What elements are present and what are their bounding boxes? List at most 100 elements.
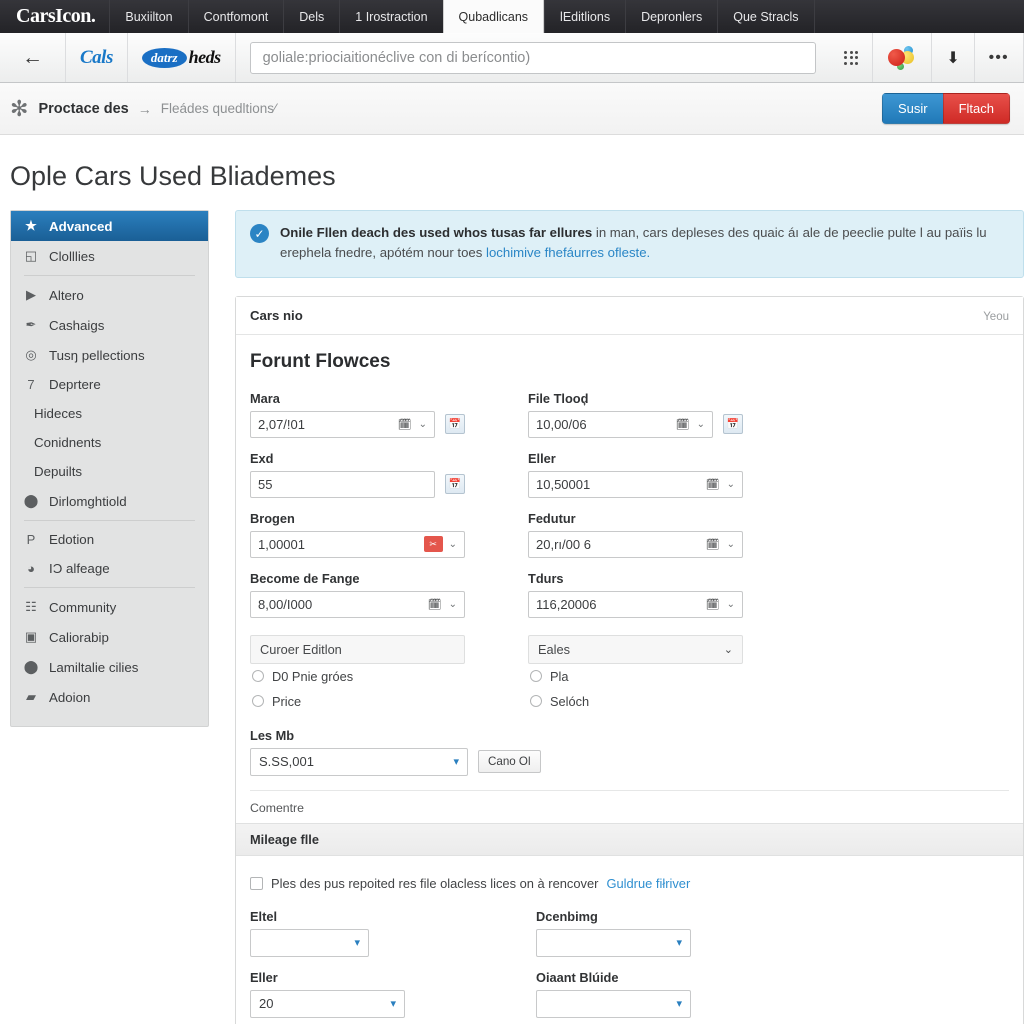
radio-circle-icon[interactable] (530, 670, 542, 683)
mileage-checkbox[interactable] (250, 876, 263, 890)
brand-logo[interactable]: CarsIcon. (0, 0, 109, 33)
sidebar-item-10[interactable]: P Edotion (11, 525, 208, 554)
radio-right-header[interactable]: Eales ⌄ (528, 634, 743, 664)
sidebar-item-11[interactable]: ◕ IƆ alfeage (11, 554, 208, 583)
radio-right-options: Pla Selóch (528, 664, 743, 714)
fltach-button[interactable]: Fltach (942, 93, 1010, 124)
calendar-picker-button[interactable]: 📅 (445, 414, 465, 435)
sidebar-item-9[interactable]: ⬤ Dirlomghtiold (11, 486, 208, 516)
calendar-icon: 🗓 (397, 418, 412, 431)
nav-tab-6[interactable]: Depronlers (625, 0, 717, 33)
chevron-down-icon[interactable]: ⌄ (419, 419, 427, 430)
sidebar-item-6[interactable]: Hideces (11, 399, 208, 428)
nav-tab-7[interactable]: Que Stracls (717, 0, 813, 33)
chevron-down-icon[interactable]: ▾ (676, 936, 682, 949)
chevron-down-icon[interactable]: ⌄ (697, 419, 705, 430)
datrheds-logo[interactable]: datrz heds (128, 33, 236, 82)
sidebar-item-label: Edotion (49, 532, 95, 547)
sidebar-icon-1: ◱ (24, 248, 38, 263)
field-input-5[interactable]: 20,rı/00 6 🗓 ⌄ (528, 530, 743, 558)
radio-circle-icon[interactable] (530, 695, 542, 708)
nav-tab-5[interactable]: lEditlions (544, 0, 625, 33)
radio-circle-icon[interactable] (252, 670, 264, 683)
radio-option-0[interactable]: D0 Pnie gróes (250, 664, 465, 689)
nav-tab-0[interactable]: Buxiilton (109, 0, 187, 33)
nav-tab-1[interactable]: Contfomont (187, 0, 284, 33)
radio-circle-icon[interactable] (252, 695, 264, 708)
nav-tab-2[interactable]: Dels (283, 0, 339, 33)
sidebar-item-label: Depuilts (34, 464, 83, 479)
back-arrow-icon[interactable]: ← (0, 33, 66, 82)
chevron-down-icon[interactable]: ⌄ (727, 539, 735, 550)
field-input-7[interactable]: 116,20006 🗓 ⌄ (528, 590, 743, 618)
sidebar-item-1[interactable]: ◱ Clolllies (11, 241, 208, 271)
radio-option-1[interactable]: Price (250, 689, 465, 714)
chevron-down-icon[interactable]: ▾ (354, 936, 360, 949)
chevron-down-icon[interactable]: ⌄ (727, 479, 735, 490)
mileage-checkbox-row[interactable]: Ples des pus repoited res file olacless … (250, 876, 1009, 891)
radio-left-header[interactable]: Curoer Editlon (250, 634, 465, 664)
field-row-4: 1,00001 ✂ ⌄ (250, 530, 465, 558)
apps-grid-button[interactable] (830, 33, 874, 82)
balloons-button[interactable] (873, 33, 933, 82)
field-3: Eller 10,50001 🗓 ⌄ (528, 451, 743, 498)
sidebar-item-0[interactable]: ★ Advanced (11, 211, 208, 241)
field-input-1[interactable]: 10,00/06 🗓 ⌄ (528, 410, 713, 438)
radio-option-1[interactable]: Selóch (528, 689, 743, 714)
chevron-down-icon[interactable]: ▾ (676, 997, 682, 1010)
bottom-field-select-1[interactable]: ▾ (536, 928, 691, 957)
sidebar-item-2[interactable]: ▶ Altero (11, 280, 208, 310)
field-input-4[interactable]: 1,00001 ✂ ⌄ (250, 530, 465, 558)
bottom-field-select-2[interactable]: 20 ▾ (250, 989, 405, 1018)
cano-ol-button[interactable]: Cano Ol (478, 750, 541, 774)
sidebar-item-5[interactable]: 7 Deprtere (11, 370, 208, 399)
mileage-checkbox-link[interactable]: Guldrue fiłriver (606, 876, 690, 891)
breadcrumb-root[interactable]: Proctace des (38, 101, 128, 117)
susir-button[interactable]: Susir (881, 93, 943, 124)
radio-label: Price (272, 693, 302, 709)
cals-logo[interactable]: Cals (66, 33, 128, 82)
field-value-2: 55 (258, 476, 273, 492)
bottom-field-2: Eller 20 ▾ (250, 970, 525, 1018)
calendar-picker-button[interactable]: 📅 (445, 474, 465, 495)
sidebar-item-12[interactable]: ☷ Community (11, 592, 208, 622)
info-banner-link[interactable]: lochimive fhefáurres ofleste. (486, 245, 650, 260)
sidebar-item-8[interactable]: Depuilts (11, 457, 208, 486)
sidebar-item-4[interactable]: ◎ Tusŋ pellections (11, 340, 208, 370)
nav-tab-3[interactable]: 1 Irostraction (339, 0, 442, 33)
bottom-field-select-3[interactable]: ▾ (536, 989, 691, 1018)
field-input-3[interactable]: 10,50001 🗓 ⌄ (528, 470, 743, 498)
sidebar-item-3[interactable]: ✒ Cashaigs (11, 310, 208, 340)
more-menu-button[interactable]: ••• (975, 33, 1024, 82)
chevron-down-icon[interactable]: ⌄ (449, 599, 457, 610)
sidebar: ★ Advanced ◱ Clolllies ▶ Altero ✒ Cashaigs ◎ Tusŋ… (10, 210, 209, 727)
radio-group-left: Curoer Editlon D0 Pnie gróes Price (250, 634, 465, 714)
sidebar-item-14[interactable]: ⬤ Lamiltalie cilies (11, 652, 208, 682)
sidebar-item-15[interactable]: ▰ Adoion (11, 682, 208, 712)
download-button[interactable]: ⬇ (932, 33, 975, 82)
panel-header: Cars nio Yeou (236, 296, 1023, 335)
breadcrumb-bar: ✻ Proctace des → Fleádes quedltions⁄ Sus… (0, 83, 1024, 135)
sidebar-item-7[interactable]: Conidnents (11, 428, 208, 457)
sidebar-icon-14: ⬤ (23, 659, 39, 674)
field-input-2[interactable]: 55 (250, 470, 435, 498)
sidebar-item-13[interactable]: ▣ Caliorabip (11, 622, 208, 652)
calendar-picker-button[interactable]: 📅 (723, 414, 743, 435)
les-mb-select[interactable]: S.SS,001 ▾ (250, 747, 468, 776)
url-input[interactable]: goliale:priociaitionéclive con di beríco… (249, 41, 817, 74)
field-input-6[interactable]: 8,00/I000 🗓 ⌄ (250, 590, 465, 618)
form-panel: Cars nio Yeou Forunt Flowces Mara 2,07/!0… (235, 295, 1024, 1024)
field-row-1: 10,00/06 🗓 ⌄ 📅 (528, 410, 743, 438)
field-input-0[interactable]: 2,07/!01 🗓 ⌄ (250, 410, 435, 438)
bottom-field-select-0[interactable]: ▾ (250, 928, 369, 957)
chevron-down-icon[interactable]: ⌄ (727, 599, 735, 610)
nav-tab-4[interactable]: Qubadlicans (442, 0, 545, 33)
panel-header-right: Yeou (983, 310, 1009, 323)
chevron-down-icon[interactable]: ▾ (390, 997, 396, 1010)
radio-option-0[interactable]: Pla (528, 664, 743, 689)
datr-oval-text: datrz (141, 47, 187, 68)
badge-icon[interactable]: ✂ (423, 536, 443, 553)
sidebar-icon-10: P (26, 532, 36, 547)
chevron-down-icon[interactable]: ⌄ (449, 539, 457, 550)
sidebar-item-label: Clolllies (49, 248, 95, 264)
